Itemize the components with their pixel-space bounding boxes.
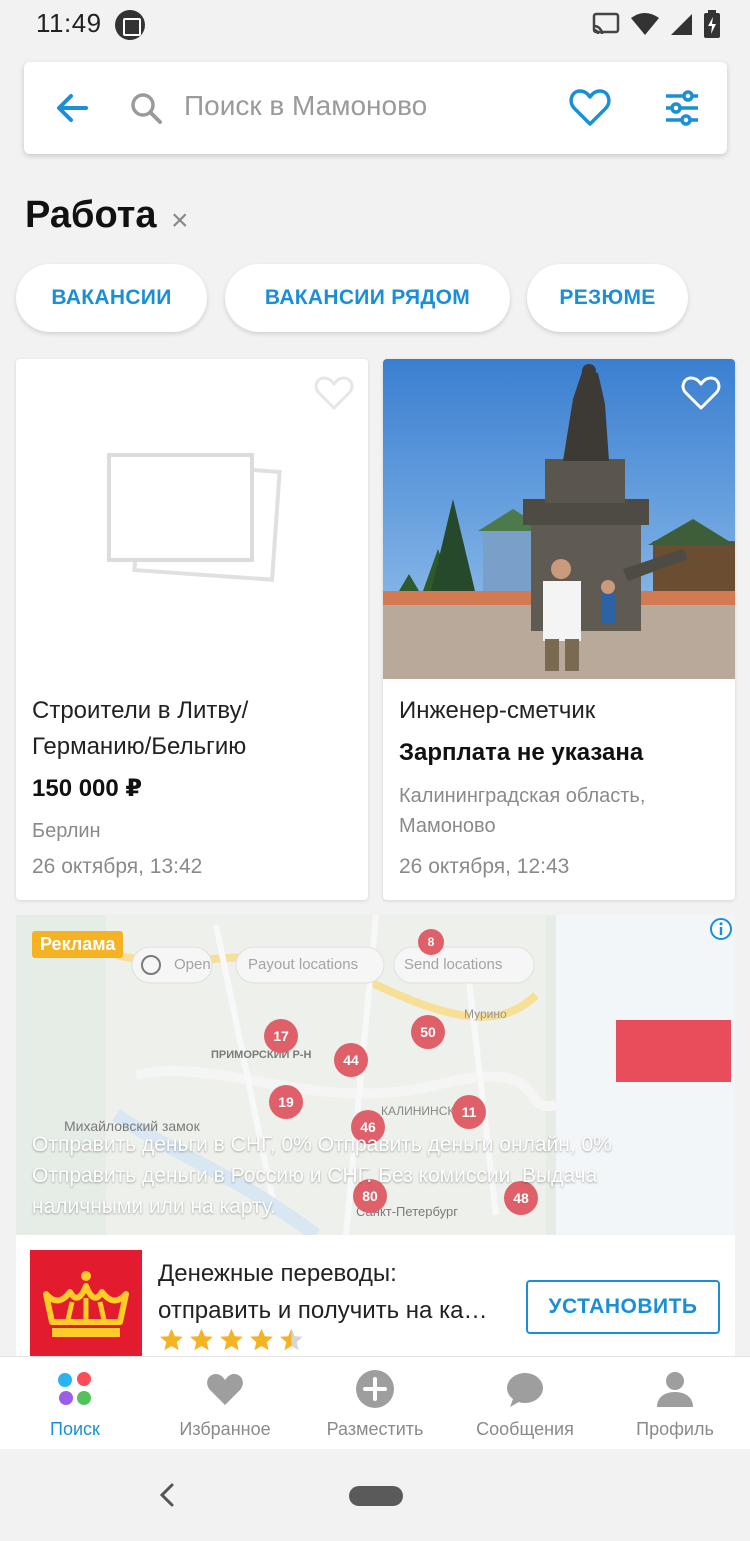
heart-icon: [207, 1374, 243, 1405]
listing-price: Зарплата не указана: [399, 739, 644, 766]
favorite-heart-icon[interactable]: [681, 375, 721, 411]
listing-date: 26 октября, 13:42: [32, 855, 203, 878]
signal-icon: [671, 14, 692, 35]
nav-label: Поиск: [50, 1419, 100, 1439]
ad-badge: Реклама: [32, 931, 124, 958]
listing-card[interactable]: Инженер-сметчик Зарплата не указана Кали…: [383, 359, 735, 900]
nav-label: Профиль: [636, 1419, 714, 1439]
star-icon: [220, 1328, 243, 1351]
listing-location: Берлин: [32, 820, 101, 842]
listing-location: Калининградская область, Мамоново: [399, 785, 646, 837]
plus-circle-icon: [356, 1370, 394, 1408]
nav-label: Сообщения: [476, 1419, 574, 1439]
status-icons: [592, 10, 720, 38]
star-icon: [160, 1328, 183, 1351]
star-icon: [190, 1328, 213, 1351]
chip-vacancies-nearby[interactable]: ВАКАНСИИ РЯДОМ: [225, 264, 510, 332]
ad-title-line2: отправить и получить на ка…: [158, 1297, 488, 1324]
ad-app-logo: [30, 1250, 142, 1365]
status-bar: 11:49: [0, 0, 750, 48]
system-navigation-bar: [0, 1449, 750, 1541]
chip-resumes[interactable]: РЕЗЮМЕ: [527, 264, 688, 332]
nav-label: Разместить: [326, 1419, 424, 1439]
crown-icon: [43, 1271, 129, 1337]
battery-icon: [704, 10, 720, 38]
listing-title[interactable]: Инженер-сметчик: [399, 693, 729, 729]
nav-messages[interactable]: Сообщения: [450, 1357, 600, 1450]
listing-price: 150 000 ₽: [32, 775, 143, 802]
favorite-search-heart-icon[interactable]: [568, 86, 612, 130]
ad-rating: [158, 1327, 305, 1353]
ad-title[interactable]: Денежные переводы: отправить и получить …: [158, 1255, 528, 1329]
wifi-icon: [631, 13, 659, 35]
listing-date: 26 октября, 12:43: [399, 855, 570, 878]
back-arrow-icon[interactable]: [52, 88, 92, 128]
ad-info-icon[interactable]: [709, 917, 733, 941]
chip-vacancies[interactable]: ВАКАНСИИ: [16, 264, 207, 332]
notification-app-icon: [115, 10, 145, 40]
search-icon: [131, 93, 162, 124]
search-bar: Поиск в Мамоново: [24, 62, 727, 154]
star-icon: [280, 1328, 303, 1351]
nav-label: Избранное: [179, 1419, 271, 1439]
listing-card[interactable]: Строители в Литву/ Германию/Бельгию 150 …: [16, 359, 368, 900]
bottom-navigation: Поиск Избранное Разместить Сообщения Про…: [0, 1356, 750, 1449]
person-icon: [657, 1372, 693, 1407]
listing-title[interactable]: Строители в Литву/ Германию/Бельгию: [32, 693, 362, 765]
clear-category-button[interactable]: ×: [171, 204, 189, 238]
chat-bubble-icon: [507, 1373, 543, 1407]
install-button[interactable]: УСТАНОВИТЬ: [526, 1280, 720, 1334]
nav-search[interactable]: Поиск: [0, 1357, 150, 1450]
system-back-icon[interactable]: [156, 1481, 178, 1509]
search-input[interactable]: Поиск в Мамоново: [184, 90, 427, 122]
ad-banner[interactable]: Open Payout locations Send locations ПРИ…: [16, 915, 735, 1365]
cast-icon: [592, 12, 620, 35]
system-home-pill[interactable]: [349, 1486, 403, 1506]
filters-icon[interactable]: [662, 88, 702, 128]
star-icon: [250, 1328, 273, 1351]
search-dots-icon: [58, 1372, 91, 1405]
status-time: 11:49: [36, 8, 102, 38]
favorite-heart-icon[interactable]: [314, 375, 354, 411]
nav-post[interactable]: Разместить: [300, 1357, 450, 1450]
category-title: Работа: [25, 194, 157, 236]
nav-favorites[interactable]: Избранное: [150, 1357, 300, 1450]
ad-description: Отправить деньги в СНГ, 0% Отправить ден…: [32, 1133, 612, 1218]
nav-profile[interactable]: Профиль: [600, 1357, 750, 1450]
ad-title-line1: Денежные переводы:: [158, 1260, 397, 1287]
